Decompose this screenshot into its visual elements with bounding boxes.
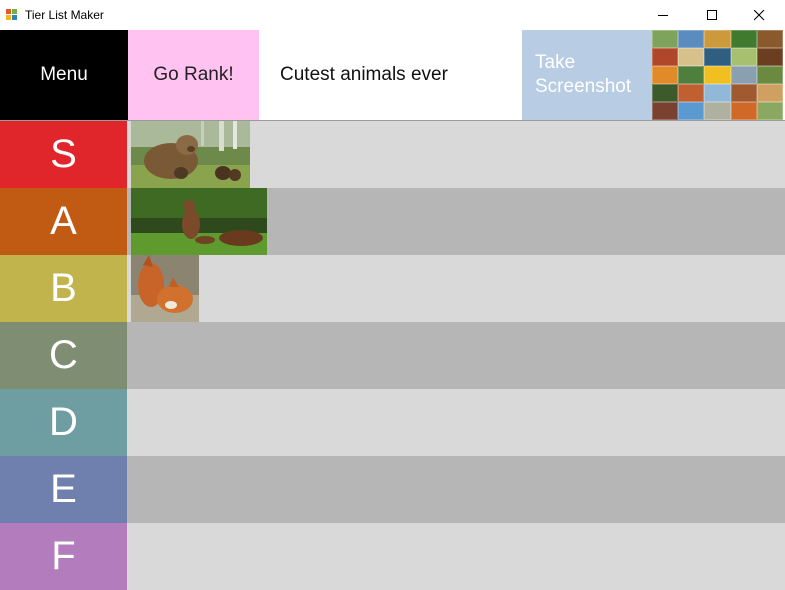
tier-list-title: Cutest animals ever <box>280 64 448 85</box>
tier-items-f[interactable] <box>127 523 785 590</box>
tier-row-s: S <box>0 121 785 188</box>
tier-items-c[interactable] <box>127 322 785 389</box>
minimize-button[interactable] <box>640 0 686 30</box>
minimize-icon <box>657 14 668 16</box>
menu-button[interactable]: Menu <box>0 30 128 120</box>
tier-label-a[interactable]: A <box>0 188 127 255</box>
squirrel-picture <box>131 188 267 255</box>
squirrel-image[interactable] <box>131 188 267 255</box>
tier-label-b[interactable]: B <box>0 255 127 322</box>
image-collection-thumbnail[interactable] <box>652 30 783 120</box>
title-bar: Tier List Maker <box>0 0 785 30</box>
maximize-icon <box>706 9 717 20</box>
tier-row-b: B <box>0 255 785 322</box>
tier-label-d[interactable]: D <box>0 389 127 456</box>
app-icon <box>6 9 18 21</box>
screenshot-label-line1: Take <box>535 52 576 73</box>
close-icon <box>753 9 764 20</box>
go-rank-button[interactable]: Go Rank! <box>128 30 259 120</box>
tier-row-e: E <box>0 456 785 523</box>
maximize-button[interactable] <box>689 0 735 30</box>
toolbar: Menu Go Rank! Cutest animals ever Take S… <box>0 30 785 120</box>
tier-items-b[interactable] <box>127 255 785 322</box>
foxes-picture <box>131 255 199 322</box>
tier-label-e[interactable]: E <box>0 456 127 523</box>
tier-label-f[interactable]: F <box>0 523 127 590</box>
close-button[interactable] <box>736 0 782 30</box>
tier-items-d[interactable] <box>127 389 785 456</box>
window-title: Tier List Maker <box>25 8 104 22</box>
tier-row-d: D <box>0 389 785 456</box>
foxes-image[interactable] <box>131 255 199 322</box>
bear-with-cubs-picture <box>131 121 250 188</box>
tier-items-e[interactable] <box>127 456 785 523</box>
tier-list: S A B C D E F <box>0 121 785 590</box>
tier-items-s[interactable] <box>127 121 785 188</box>
bear-with-cubs-image[interactable] <box>131 121 250 188</box>
take-screenshot-button[interactable]: Take Screenshot <box>522 30 652 120</box>
screenshot-label-line2: Screenshot <box>535 76 632 97</box>
tier-row-f: F <box>0 523 785 590</box>
tier-label-s[interactable]: S <box>0 121 127 188</box>
tier-items-a[interactable] <box>127 188 785 255</box>
tier-label-c[interactable]: C <box>0 322 127 389</box>
tier-list-title-field[interactable]: Cutest animals ever <box>259 30 522 120</box>
tier-row-a: A <box>0 188 785 255</box>
tier-row-c: C <box>0 322 785 389</box>
